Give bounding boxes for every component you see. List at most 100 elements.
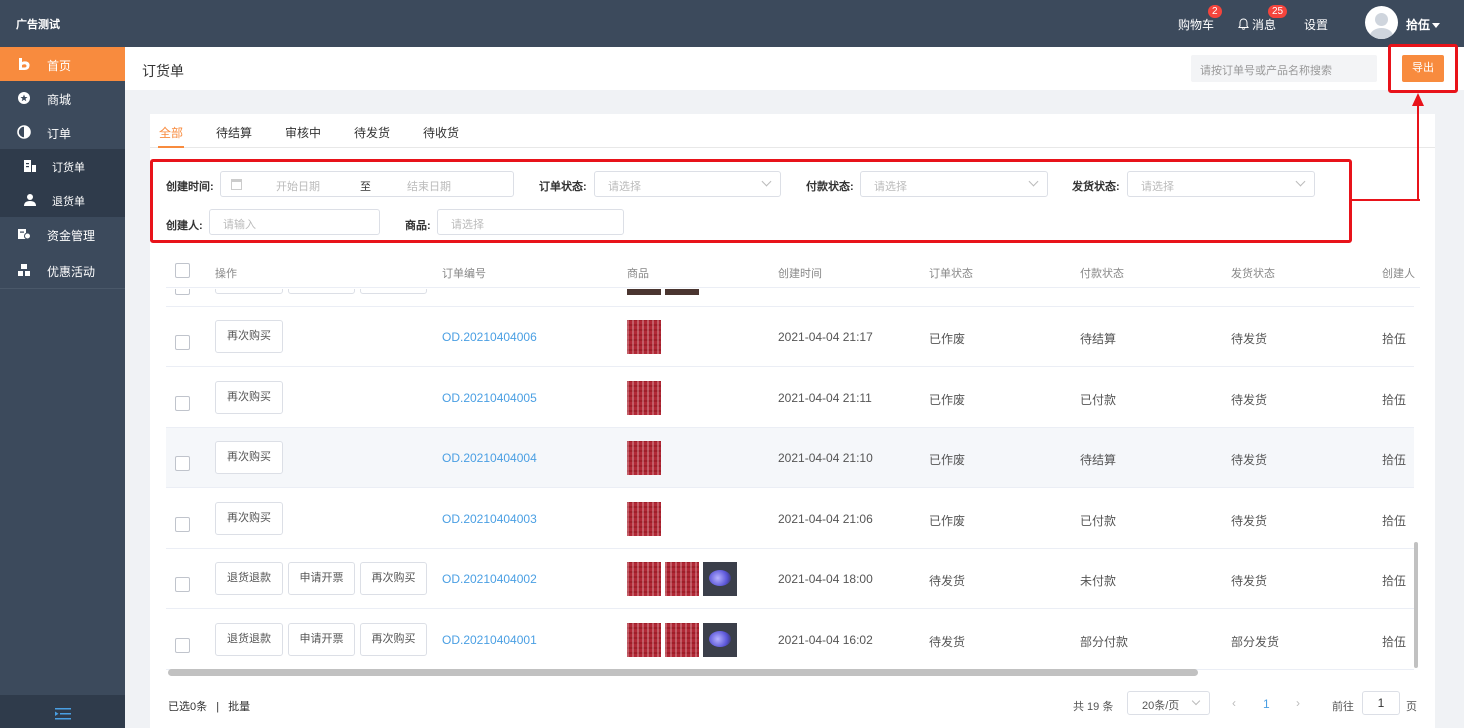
row-action-button[interactable]: [288, 289, 355, 294]
sidebar-item-return-form[interactable]: 退货单: [0, 183, 125, 217]
user-menu[interactable]: 拾伍: [1406, 16, 1441, 33]
order-number-link[interactable]: OD.20210404005: [442, 391, 537, 405]
tab-pending-settlement[interactable]: 待结算: [216, 124, 252, 141]
selected-count: 已选0条: [168, 701, 208, 713]
search-input[interactable]: 请按订单号或产品名称搜索: [1191, 55, 1377, 82]
sidebar-item-label: 订单: [47, 127, 72, 141]
order-number-link[interactable]: OD.20210404001: [442, 633, 537, 647]
row-action-button[interactable]: 再次购买: [215, 501, 283, 535]
sidebar-item-orders[interactable]: 订单: [0, 115, 125, 149]
row-action-button[interactable]: 申请开票: [288, 562, 355, 595]
prev-page-icon[interactable]: ‹: [1232, 696, 1236, 710]
row-action-button[interactable]: 再次购买: [360, 562, 427, 595]
pay-status-cell: 已付款: [1080, 513, 1117, 528]
sidebar-item-label: 优惠活动: [47, 265, 96, 279]
row-action-button[interactable]: 再次购买: [215, 380, 283, 414]
row-action-button[interactable]: 再次购买: [215, 441, 283, 474]
sidebar-item-mall[interactable]: 商城: [0, 81, 125, 115]
top-bar: 广告测试 购物车 2 消息 25 设置 拾伍: [0, 0, 1464, 47]
export-button-highlight: [1388, 44, 1458, 93]
row-checkbox[interactable]: [175, 395, 190, 411]
row-action-button[interactable]: [360, 289, 427, 294]
row-checkbox[interactable]: [175, 335, 190, 350]
messages-link[interactable]: 消息 25: [1238, 5, 1288, 33]
table-row: 再次购买 OD.20210404003 2021-04-04 21:06 已作废 已付款…: [166, 488, 1414, 549]
row-checkbox[interactable]: [175, 516, 190, 532]
table-row: 退货退款 申请开票 再次购买 OD.20210404002 2021-04-04 18:…: [166, 549, 1414, 609]
sidebar-item-funds[interactable]: 资金管理: [0, 217, 125, 251]
column-header: 创建人: [1382, 268, 1415, 280]
pager-current-page[interactable]: 1: [1263, 697, 1270, 711]
row-checkbox[interactable]: [175, 456, 190, 471]
row-action-button[interactable]: 再次购买: [360, 622, 427, 656]
next-page-icon[interactable]: ›: [1296, 696, 1300, 710]
page-size-value: 20条/页: [1142, 700, 1180, 712]
return-form-icon: [24, 194, 36, 206]
row-action-button[interactable]: [215, 289, 283, 294]
tab-pending-shipment[interactable]: 待发货: [354, 124, 390, 141]
order-number-link[interactable]: OD.20210404003: [442, 512, 537, 526]
pay-status-cell: 部分付款: [1080, 634, 1129, 649]
creator-cell: 拾伍: [1382, 392, 1407, 407]
vertical-scrollbar[interactable]: [1414, 542, 1418, 668]
cart-label: 购物车: [1178, 18, 1215, 32]
sidebar-item-home[interactable]: 首页: [0, 47, 125, 81]
goto-unit: 页: [1406, 701, 1417, 713]
bell-icon: [1238, 18, 1249, 30]
sidebar-item-label: 退货单: [52, 196, 85, 208]
settings-link[interactable]: 设置: [1304, 16, 1328, 33]
messages-count-badge: 25: [1268, 5, 1288, 18]
row-action-button[interactable]: 退货退款: [215, 562, 283, 595]
select-all-checkbox[interactable]: [175, 263, 190, 278]
product-thumbnail-keyboard: [627, 380, 661, 415]
order-status-cell: 已作废: [929, 392, 966, 407]
product-thumbnail-keyboard: [627, 562, 661, 596]
column-header: 付款状态: [1080, 268, 1124, 280]
sidebar-item-order-form[interactable]: 订货单: [0, 149, 125, 183]
username-label: 拾伍: [1406, 18, 1431, 32]
row-checkbox[interactable]: [175, 637, 190, 653]
product-thumbnail-keyboard: [665, 622, 699, 657]
pay-status-cell: 未付款: [1080, 574, 1117, 588]
sidebar: 首页 商城 订单 订货单 退货单 资金管理 优惠活动: [0, 47, 125, 728]
sidebar-item-label: 订货单: [52, 162, 85, 174]
order-number-link[interactable]: OD.20210404002: [442, 572, 537, 586]
batch-button[interactable]: 批量: [228, 701, 250, 713]
column-header: 创建时间: [778, 268, 822, 280]
sidebar-divider: [0, 288, 125, 289]
funds-icon: [18, 229, 31, 240]
product-thumbnail-keyboard: [627, 441, 661, 475]
order-form-icon: [24, 160, 36, 172]
tab-all[interactable]: 全部: [159, 124, 183, 141]
product-thumbnail-keyboard: [627, 320, 661, 354]
tab-pending-receipt[interactable]: 待收货: [423, 124, 459, 141]
tab-under-review[interactable]: 审核中: [285, 124, 321, 141]
horizontal-scrollbar[interactable]: [168, 669, 1198, 676]
order-number-link[interactable]: OD.20210404004: [442, 451, 537, 465]
column-header: 操作: [215, 268, 237, 280]
page-size-select[interactable]: 20条/页: [1127, 691, 1210, 715]
row-action-button[interactable]: 申请开票: [288, 622, 355, 656]
cart-link[interactable]: 购物车 2: [1178, 5, 1222, 33]
created-time-cell: 2021-04-04 21:06: [778, 511, 873, 526]
order-number-link[interactable]: OD.20210404006: [442, 330, 537, 344]
product-thumbnail-keyboard: [665, 562, 699, 596]
created-time-cell: 2021-04-04 18:00: [778, 572, 873, 586]
sidebar-item-label: 商城: [47, 93, 72, 107]
row-action-button[interactable]: 退货退款: [215, 622, 283, 656]
order-status-cell: 已作废: [929, 513, 966, 528]
menu-fold-icon[interactable]: [55, 708, 71, 720]
sidebar-item-promotions[interactable]: 优惠活动: [0, 253, 125, 287]
sidebar-item-label: 首页: [47, 59, 72, 73]
created-time-cell: 2021-04-04 21:10: [778, 451, 873, 465]
row-action-button[interactable]: 再次购买: [215, 320, 283, 353]
creator-cell: 拾伍: [1382, 574, 1407, 588]
order-status-cell: 待发货: [929, 634, 966, 649]
table-row: 再次购买 OD.20210404005 2021-04-04 21:11 已作废 已付款…: [166, 367, 1414, 428]
column-header: 发货状态: [1231, 268, 1275, 280]
cart-count-badge: 2: [1208, 5, 1222, 18]
goto-page-input[interactable]: 1: [1362, 691, 1400, 715]
row-checkbox[interactable]: [175, 289, 190, 295]
row-checkbox[interactable]: [175, 577, 190, 592]
user-avatar[interactable]: [1365, 6, 1398, 39]
